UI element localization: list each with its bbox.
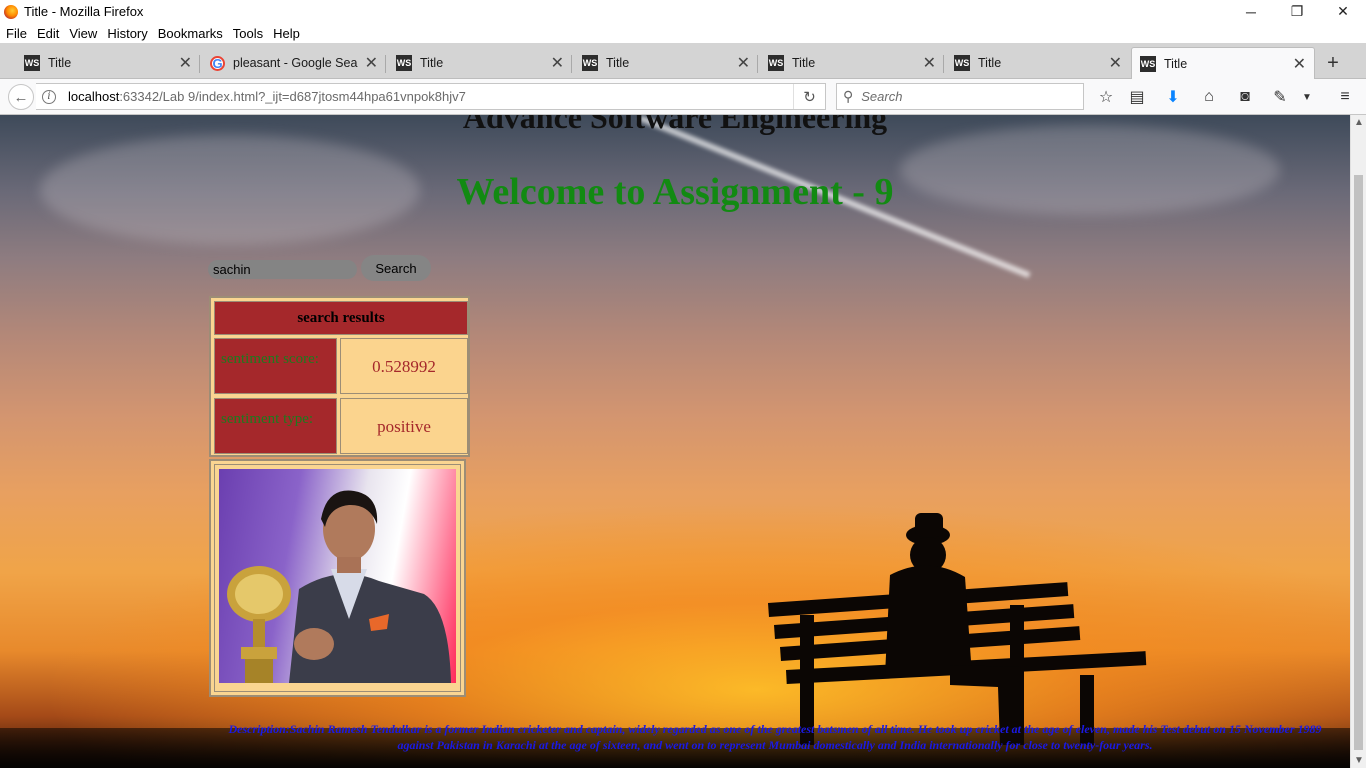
tab-4[interactable]: WS Title ✕: [574, 47, 758, 79]
tab-divider: [943, 55, 944, 73]
sentiment-type-value: positive: [340, 398, 468, 454]
close-tab-icon[interactable]: ✕: [551, 53, 564, 73]
extension-icon[interactable]: ✎: [1270, 87, 1290, 107]
close-tab-icon[interactable]: ✕: [923, 53, 936, 73]
page-title: Welcome to Assignment - 9: [456, 171, 894, 213]
menu-bar: File Edit View History Bookmarks Tools H…: [0, 23, 1366, 43]
menu-bookmarks[interactable]: Bookmarks: [153, 26, 228, 41]
page-scrollbar[interactable]: ▲ ▼: [1350, 115, 1366, 768]
navigation-bar: i localhost:63342/Lab 9/index.html?_ijt=…: [0, 79, 1366, 115]
reading-list-icon[interactable]: ▤: [1127, 87, 1147, 107]
url-path: :63342/Lab 9/index.html?_ijt=d687jtosm44…: [119, 89, 466, 104]
pocket-icon[interactable]: ◙: [1235, 87, 1255, 107]
sentiment-score-value: 0.528992: [340, 338, 468, 394]
tab-label: Title: [420, 56, 444, 70]
webstorm-icon: WS: [396, 55, 412, 71]
menu-view[interactable]: View: [64, 26, 102, 41]
search-icon: ⚲: [843, 88, 854, 104]
sentiment-score-label: sentiment score:: [214, 338, 337, 394]
minimize-button[interactable]: ─: [1228, 0, 1274, 23]
bench-silhouette-image: [768, 513, 1147, 745]
close-tab-icon[interactable]: ✕: [365, 53, 378, 73]
tab-3[interactable]: WS Title ✕: [388, 47, 572, 79]
menu-history[interactable]: History: [102, 26, 152, 41]
search-button[interactable]: Search: [361, 255, 431, 281]
webstorm-icon: WS: [1140, 55, 1156, 72]
close-tab-icon[interactable]: ✕: [1293, 54, 1306, 74]
results-header: search results: [214, 301, 468, 335]
back-button[interactable]: ←: [8, 84, 34, 110]
tab-divider: [571, 55, 572, 73]
page-heading-top: Advance Software Engineering: [462, 115, 888, 135]
tab-divider: [199, 55, 200, 73]
back-arrow-icon: ←: [13, 88, 29, 106]
tab-2[interactable]: G pleasant - Google Sea... ✕: [202, 47, 386, 79]
tab-5[interactable]: WS Title ✕: [760, 47, 944, 79]
tab-strip: WS Title ✕ G pleasant - Google Sea... ✕ …: [0, 43, 1366, 79]
scrollbar-thumb[interactable]: [1354, 175, 1363, 750]
reload-icon[interactable]: ↻: [793, 84, 825, 109]
webstorm-icon: WS: [24, 55, 40, 71]
hamburger-menu-icon[interactable]: ≡: [1335, 87, 1355, 107]
description-text: Description:Sachin Ramesh Tendulkar is a…: [228, 722, 1322, 752]
url-host: localhost: [68, 89, 120, 104]
sentiment-type-label: sentiment type:: [214, 398, 337, 454]
tab-label: Title: [48, 56, 72, 70]
tab-divider: [757, 55, 758, 73]
webstorm-icon: WS: [768, 55, 784, 71]
close-tab-icon[interactable]: ✕: [737, 53, 750, 73]
window-title: Title - Mozilla Firefox: [24, 4, 144, 19]
scroll-up-arrow-icon[interactable]: ▲: [1354, 117, 1364, 128]
search-placeholder: Search: [861, 89, 903, 104]
tab-6[interactable]: WS Title ✕: [946, 47, 1130, 79]
tab-label: pleasant - Google Sea...: [233, 56, 358, 70]
menu-file[interactable]: File: [0, 26, 32, 41]
webstorm-icon: WS: [954, 55, 970, 71]
site-info-icon[interactable]: i: [42, 89, 56, 104]
close-tab-icon[interactable]: ✕: [179, 53, 192, 73]
tab-divider: [385, 55, 386, 73]
download-icon[interactable]: ⬇: [1163, 87, 1183, 107]
tab-label: Title: [1164, 56, 1188, 71]
star-icon[interactable]: ☆: [1096, 87, 1116, 107]
webstorm-icon: WS: [582, 55, 598, 71]
tab-label: Title: [606, 56, 630, 70]
page-viewport: Advance Software Engineering Welcome to …: [0, 115, 1350, 768]
menu-dropdown-icon[interactable]: ▼: [1297, 87, 1317, 107]
menu-tools[interactable]: Tools: [228, 26, 268, 41]
scroll-down-arrow-icon[interactable]: ▼: [1354, 755, 1364, 766]
tab-7-active[interactable]: WS Title ✕: [1131, 47, 1315, 79]
window-titlebar: Title - Mozilla Firefox ─ ❐ ✕: [0, 0, 1366, 23]
url-text[interactable]: localhost:63342/Lab 9/index.html?_ijt=d6…: [68, 89, 466, 104]
close-window-button[interactable]: ✕: [1320, 0, 1366, 23]
new-tab-button[interactable]: +: [1322, 52, 1344, 75]
menu-edit[interactable]: Edit: [32, 26, 64, 41]
search-bar[interactable]: ⚲ Search: [836, 83, 1084, 110]
close-tab-icon[interactable]: ✕: [1109, 53, 1122, 73]
home-icon[interactable]: ⌂: [1199, 87, 1219, 107]
tab-1[interactable]: WS Title ✕: [16, 47, 200, 79]
menu-help[interactable]: Help: [268, 26, 305, 41]
search-input[interactable]: [208, 260, 357, 279]
restore-button[interactable]: ❐: [1274, 0, 1320, 23]
result-photo: [219, 469, 456, 683]
firefox-logo-icon: [4, 4, 18, 19]
person-with-trophy-image: [227, 490, 451, 683]
search-results-table: search results sentiment score: 0.528992…: [209, 296, 470, 457]
url-bar[interactable]: i localhost:63342/Lab 9/index.html?_ijt=…: [36, 83, 826, 110]
tab-label: Title: [792, 56, 816, 70]
tab-label: Title: [978, 56, 1002, 70]
window-controls: ─ ❐ ✕: [1228, 0, 1366, 23]
google-icon: G: [210, 55, 225, 71]
result-image-frame: [209, 459, 466, 697]
